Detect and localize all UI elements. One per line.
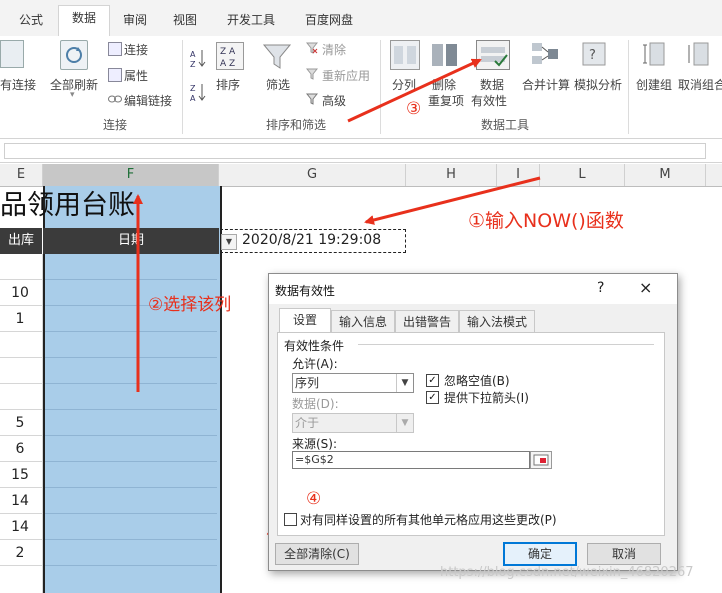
annotation-step1: ①输入NOW()函数	[468, 210, 624, 232]
clear-all-button[interactable]: 全部清除(C)	[275, 543, 359, 565]
tab-input-message[interactable]: 输入信息	[331, 310, 395, 333]
data-label: 数据(D):	[292, 397, 339, 411]
criteria-divider	[358, 344, 654, 345]
help-icon[interactable]: ?	[597, 280, 604, 296]
dialog-title: 数据有效性	[275, 284, 336, 298]
allow-value: 序列	[295, 376, 320, 390]
apply-all-checkbox[interactable]	[284, 513, 297, 526]
data-select[interactable]: 介于 ▼	[292, 413, 414, 433]
ok-button[interactable]: 确定	[503, 542, 577, 566]
cancel-button[interactable]: 取消	[587, 543, 661, 565]
dialog-titlebar[interactable]: 数据有效性 ? ×	[269, 274, 677, 304]
tab-error-alert[interactable]: 出错警告	[395, 310, 459, 333]
ignore-blank-checkbox[interactable]: ✓	[426, 374, 439, 387]
chevron-down-icon[interactable]: ▼	[396, 374, 413, 392]
allow-select[interactable]: 序列 ▼	[292, 373, 414, 393]
source-input[interactable]: =$G$2	[292, 451, 530, 469]
tab-ime-mode[interactable]: 输入法模式	[459, 310, 535, 333]
settings-panel: 有效性条件 允许(A): 序列 ▼ ✓ 忽略空值(B) ✓ 提供下拉箭头(I) …	[277, 332, 665, 536]
ignore-blank-label: 忽略空值(B)	[444, 374, 510, 388]
allow-label: 允许(A):	[292, 357, 338, 371]
annotation-step3: ③	[406, 99, 422, 119]
criteria-label: 有效性条件	[284, 339, 345, 353]
tab-settings[interactable]: 设置	[279, 308, 331, 333]
dropdown-label: 提供下拉箭头(I)	[444, 391, 529, 405]
range-picker-icon[interactable]	[530, 451, 552, 469]
watermark: https://blog.csdn.net/weixin_46820267	[440, 565, 694, 580]
close-icon[interactable]: ×	[639, 278, 652, 297]
data-value: 介于	[295, 416, 320, 430]
source-label: 来源(S):	[292, 437, 338, 451]
dropdown-checkbox[interactable]: ✓	[426, 391, 439, 404]
apply-all-label: 对有同样设置的所有其他单元格应用这些更改(P)	[300, 513, 557, 527]
data-validation-dialog: 数据有效性 ? × 设置 输入信息 出错警告 输入法模式 有效性条件 允许(A)…	[268, 273, 678, 571]
annotation-step4: ④	[306, 489, 322, 509]
chevron-down-icon[interactable]: ▼	[396, 414, 413, 432]
annotation-step2: ②选择该列	[148, 295, 232, 315]
